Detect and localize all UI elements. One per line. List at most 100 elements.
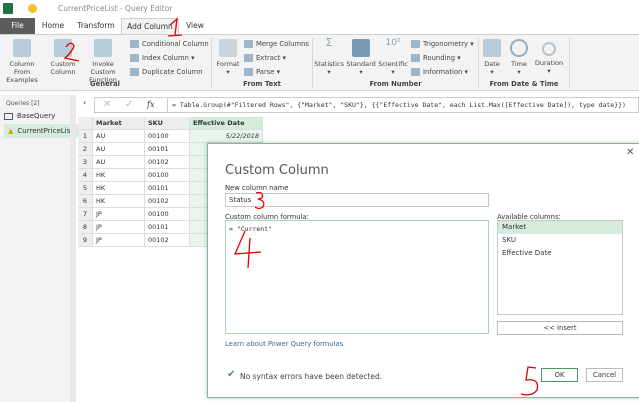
operators-icon <box>352 39 370 57</box>
column-name-input[interactable]: Status <box>225 193 489 207</box>
column-header[interactable]: Market <box>93 117 145 130</box>
table-cell[interactable]: AU <box>93 143 145 156</box>
check-icon: ✔ <box>227 369 236 380</box>
invoke-custom-function-button[interactable]: Invoke Custom Function <box>80 39 126 84</box>
power-icon: 10² <box>385 38 401 48</box>
row-number: 4 <box>78 169 93 182</box>
fx-icon[interactable]: fx <box>147 100 154 109</box>
table-cell[interactable]: 00101 <box>145 221 190 234</box>
formula-input[interactable]: = Table.Group(#"Filtered Rows", {"Market… <box>167 98 639 112</box>
table-cell[interactable]: 00102 <box>145 234 190 247</box>
column-header[interactable]: SKU <box>145 117 190 130</box>
rounding-button[interactable]: Rounding ▾ <box>411 52 461 64</box>
merge-icon <box>244 40 253 48</box>
available-column-item[interactable]: Market <box>498 221 622 234</box>
function-icon <box>94 39 112 57</box>
standard-button[interactable]: Standard ▾ <box>345 39 377 76</box>
information-button[interactable]: Information ▾ <box>411 66 468 78</box>
row-number: 1 <box>78 130 93 143</box>
tab-home[interactable]: Home <box>38 18 68 34</box>
row-number: 6 <box>78 195 93 208</box>
time-button[interactable]: Time ▾ <box>506 39 532 76</box>
table-cell[interactable]: 00100 <box>145 130 190 143</box>
table-cell[interactable]: 5/22/2018 <box>190 130 263 143</box>
index-icon <box>130 54 139 62</box>
table-cell[interactable]: 00101 <box>145 143 190 156</box>
close-icon[interactable]: ✕ <box>626 147 634 158</box>
queries-header: Queries [2] <box>6 100 40 107</box>
date-button[interactable]: Date ▾ <box>480 39 504 76</box>
duplicate-column-button[interactable]: Duplicate Column <box>130 66 203 78</box>
cancel-button[interactable]: Cancel <box>586 368 623 382</box>
row-number: 3 <box>78 156 93 169</box>
column-from-examples-button[interactable]: Column From Examples <box>2 39 42 84</box>
tab-transform[interactable]: Transform <box>75 18 117 34</box>
table-cell[interactable]: HK <box>93 182 145 195</box>
table-cell[interactable]: AU <box>93 156 145 169</box>
merge-columns-button[interactable]: Merge Columns <box>244 38 309 50</box>
table-cell[interactable]: 00102 <box>145 195 190 208</box>
available-column-item[interactable]: SKU <box>498 234 622 247</box>
table-cell[interactable]: HK <box>93 195 145 208</box>
available-column-item[interactable]: Effective Date <box>498 247 622 260</box>
row-number: 2 <box>78 143 93 156</box>
row-number: 9 <box>78 234 93 247</box>
extract-icon <box>244 54 253 62</box>
table-cell[interactable]: HK <box>93 169 145 182</box>
parse-icon <box>244 68 253 76</box>
statistics-button[interactable]: Σ Statistics ▾ <box>313 36 345 76</box>
row-number: 8 <box>78 221 93 234</box>
sigma-icon: Σ <box>325 36 333 49</box>
conditional-icon <box>130 40 139 48</box>
row-number: 5 <box>78 182 93 195</box>
cancel-formula-icon[interactable]: ✕ <box>103 99 111 110</box>
scientific-button[interactable]: 10² Scientific ▾ <box>377 38 409 77</box>
table-cell[interactable]: JP <box>93 221 145 234</box>
table-cell[interactable]: AU <box>93 130 145 143</box>
triangle-icon <box>411 40 420 48</box>
tab-add-column[interactable]: Add Column <box>121 18 179 34</box>
index-column-button[interactable]: Index Column ▾ <box>130 52 194 64</box>
duplicate-icon <box>130 68 139 76</box>
excel-icon <box>3 3 13 14</box>
table-menu-icon[interactable] <box>78 117 93 130</box>
query-item-basequery[interactable]: BaseQuery <box>4 110 70 123</box>
formula-textarea[interactable]: = "Current" <box>225 220 489 334</box>
calendar-icon <box>483 39 501 57</box>
table-cell[interactable]: 00100 <box>145 169 190 182</box>
pane-splitter[interactable] <box>70 95 76 402</box>
table-cell[interactable]: JP <box>93 234 145 247</box>
commit-formula-icon[interactable]: ✓ <box>125 99 133 110</box>
tab-file[interactable]: File <box>0 18 35 34</box>
custom-column-dialog: ✕ Custom Column New column name Status C… <box>207 143 639 398</box>
conditional-column-button[interactable]: Conditional Column <box>130 38 209 50</box>
ok-button[interactable]: OK <box>541 368 578 382</box>
table-icon <box>4 112 13 120</box>
smiley-icon[interactable] <box>28 4 37 13</box>
table-cell[interactable]: 00100 <box>145 208 190 221</box>
collapse-icon[interactable]: ‹ <box>83 98 86 107</box>
trigonometry-button[interactable]: Trigonometry ▾ <box>411 38 474 50</box>
available-columns-list[interactable]: Market SKU Effective Date <box>497 220 623 315</box>
table-icon <box>13 39 31 57</box>
parse-button[interactable]: Parse ▾ <box>244 66 280 78</box>
table-cell[interactable]: 00101 <box>145 182 190 195</box>
duration-button[interactable]: Duration ▾ <box>532 39 566 75</box>
group-label-general: General <box>90 80 120 88</box>
format-icon <box>219 39 237 57</box>
information-icon <box>411 68 420 76</box>
table-cell[interactable]: JP <box>93 208 145 221</box>
group-label-from-text: From Text <box>243 80 281 88</box>
extract-button[interactable]: Extract ▾ <box>244 52 286 64</box>
custom-column-button[interactable]: Custom Column <box>46 39 80 76</box>
learn-formulas-link[interactable]: Learn about Power Query formulas <box>225 340 343 348</box>
row-number: 7 <box>78 208 93 221</box>
insert-button[interactable]: << Insert <box>497 321 623 335</box>
custom-column-icon <box>54 39 72 57</box>
table-cell[interactable]: 00102 <box>145 156 190 169</box>
tab-view[interactable]: View <box>182 18 208 34</box>
dialog-title: Custom Column <box>225 163 329 178</box>
format-button[interactable]: Format ▾ <box>213 39 243 76</box>
column-header[interactable]: Effective Date <box>190 117 263 130</box>
window-title: CurrentPriceList - Query Editor <box>58 4 173 13</box>
